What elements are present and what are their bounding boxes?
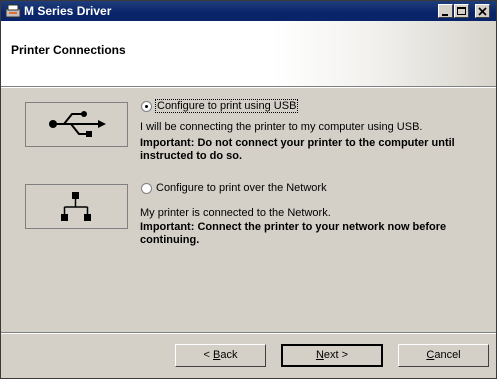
close-icon <box>478 7 487 16</box>
usb-option-label[interactable]: Configure to print using USB <box>154 99 299 113</box>
network-radio[interactable] <box>141 183 152 194</box>
window-title: M Series Driver <box>24 4 112 18</box>
minimize-button[interactable] <box>438 4 453 18</box>
network-option-label[interactable]: Configure to print over the Network <box>156 182 327 195</box>
usb-radio[interactable] <box>141 101 152 112</box>
network-icon <box>61 192 91 221</box>
network-important-line2: continuing. <box>140 234 200 246</box>
app-icon <box>5 4 21 18</box>
next-button-key: N <box>315 349 324 361</box>
next-button[interactable]: Next > <box>281 344 383 367</box>
network-description: My printer is connected to the Network. <box>140 207 331 219</box>
page-title: Printer Connections <box>11 43 126 57</box>
usb-option-text[interactable]: Configure to print using USB <box>154 99 299 113</box>
usb-icon <box>49 111 106 137</box>
installer-window: M Series Driver Printer Connections Conf… <box>0 0 497 379</box>
usb-icon-box <box>25 102 128 147</box>
maximize-icon <box>457 7 466 15</box>
minimize-icon <box>442 14 448 16</box>
network-icon-box <box>25 184 128 229</box>
usb-important-line1: Important: Do not connect your printer t… <box>140 137 455 149</box>
maximize-button[interactable] <box>454 4 469 18</box>
cancel-button[interactable]: Cancel <box>398 344 489 367</box>
back-button[interactable]: < Back <box>175 344 266 367</box>
back-button-rest: ack <box>220 349 238 361</box>
usb-important-line2: instructed to do so. <box>140 150 243 162</box>
back-button-prefix: < <box>203 349 213 361</box>
next-button-rest: ext > <box>323 349 349 361</box>
wizard-header: Printer Connections <box>1 21 496 86</box>
network-important-line1: Important: Connect the printer to your n… <box>140 221 447 233</box>
usb-description: I will be connecting the printer to my c… <box>140 121 423 133</box>
title-bar: M Series Driver <box>1 1 496 21</box>
radio-selected-dot <box>145 105 148 108</box>
cancel-button-rest: ancel <box>434 349 461 361</box>
header-divider <box>1 86 496 88</box>
close-button[interactable] <box>475 4 490 18</box>
footer-divider <box>1 332 496 334</box>
